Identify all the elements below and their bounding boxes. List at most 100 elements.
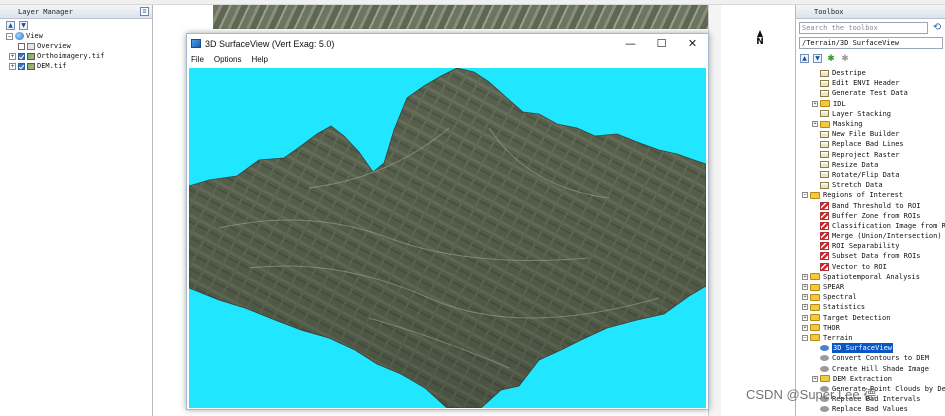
expand-icon[interactable]: + — [802, 284, 808, 291]
tool-icon — [820, 79, 829, 87]
toolbox-item[interactable]: Edit ENVI Header — [798, 78, 945, 88]
toolbox-item[interactable]: Merge (Union/Intersection) ROIs — [798, 231, 945, 241]
dem-checkbox[interactable] — [18, 62, 25, 70]
toolbox-item[interactable]: Stretch Data — [798, 180, 945, 190]
toolbox-item-label: Classification Image from ROIs — [832, 221, 945, 230]
menu-file[interactable]: File — [191, 55, 204, 64]
layer-tree-item-overview[interactable]: Overview — [6, 41, 152, 51]
close-button[interactable]: ✕ — [677, 34, 708, 53]
toolbox-item[interactable]: Convert Contours to DEM — [798, 353, 945, 363]
toolbox-path: /Terrain/3D SurfaceView — [799, 37, 943, 49]
toolbox-item[interactable]: Replace Bad Lines — [798, 139, 945, 149]
roi-icon — [820, 252, 829, 261]
tool-icon — [820, 161, 829, 169]
tool-oval-icon — [820, 355, 829, 362]
toolbox-item[interactable]: + THOR — [798, 323, 945, 333]
toolbox-item-label: Rotate/Flip Data — [832, 170, 900, 179]
expand-icon[interactable]: + — [802, 324, 808, 331]
toolbox-item-label: Generate Test Data — [832, 89, 908, 98]
folder-icon — [820, 100, 830, 108]
menu-help[interactable]: Help — [251, 55, 267, 64]
toolbox-item-label: Stretch Data — [832, 181, 883, 190]
toolbox-item[interactable]: Vector to ROI — [798, 262, 945, 272]
toolbox-item-label: Spatiotemporal Analysis — [823, 272, 920, 281]
collapse-icon[interactable]: − — [6, 32, 13, 40]
window-titlebar[interactable]: 3D SurfaceView (Vert Exag: 5.0) — ☐ ✕ — [187, 34, 708, 53]
toolbox-search-input[interactable] — [799, 22, 928, 34]
expand-icon[interactable]: + — [802, 314, 808, 321]
toolbox-item[interactable]: + Target Detection — [798, 313, 945, 323]
north-arrow-icon — [757, 30, 763, 37]
toolbox-item-label: Regions of Interest — [823, 191, 904, 200]
folder-icon — [810, 303, 820, 311]
toolbox-item[interactable]: + Masking — [798, 119, 945, 129]
expand-icon[interactable]: + — [812, 100, 818, 107]
toolbox-item[interactable]: + Spectral — [798, 292, 945, 302]
toolbox-title-text: Toolbox — [814, 8, 844, 16]
toolbox-item-label: IDL — [833, 99, 846, 108]
expand-icon[interactable]: + — [802, 294, 808, 301]
layer-label: View — [26, 32, 43, 40]
folder-icon — [810, 283, 820, 291]
layer-manager-title: Layer Manager ⊡ — [0, 5, 152, 19]
watermark: CSDN @Super Lee 德 — [746, 387, 877, 402]
favorites-icon[interactable]: ✱ — [826, 54, 836, 64]
map-scrollbar[interactable] — [708, 5, 721, 416]
app-icon — [191, 39, 201, 48]
toolbox-item[interactable]: Reproject Raster — [798, 150, 945, 160]
toolbox-item[interactable]: Classification Image from ROIs — [798, 221, 945, 231]
expand-icon[interactable]: + — [812, 375, 818, 382]
layer-tree-item-dem[interactable]: + DEM.tif — [6, 61, 152, 71]
maximize-button[interactable]: ☐ — [646, 34, 677, 53]
expand-icon[interactable]: + — [9, 62, 16, 70]
toolbox-item[interactable]: − Regions of Interest — [798, 190, 945, 200]
favorites-remove-icon[interactable]: ✱ — [840, 54, 850, 64]
expand-icon[interactable]: + — [9, 52, 16, 60]
expand-icon[interactable]: + — [812, 121, 818, 128]
clear-search-icon[interactable]: ⟲ — [931, 22, 943, 34]
toolbox-item[interactable]: Rotate/Flip Data — [798, 170, 945, 180]
tool-oval-icon — [820, 345, 829, 352]
toolbox-item[interactable]: + DEM Extraction — [798, 374, 945, 384]
toolbox-item[interactable]: Generate Test Data — [798, 88, 945, 98]
toolbox-item[interactable]: + Statistics — [798, 302, 945, 312]
toolbox-item[interactable]: Resize Data — [798, 160, 945, 170]
toolbox-item[interactable]: + SPEAR — [798, 282, 945, 292]
expand-icon[interactable]: + — [802, 304, 808, 311]
layer-tree-item-view[interactable]: − View — [6, 31, 152, 41]
toolbox-item[interactable]: + Spatiotemporal Analysis — [798, 272, 945, 282]
menu-options[interactable]: Options — [214, 55, 242, 64]
collapse-icon[interactable]: − — [802, 192, 808, 199]
toolbox-item[interactable]: + IDL — [798, 99, 945, 109]
surface-3d-viewport[interactable] — [189, 68, 706, 408]
toolbox-item[interactable]: Buffer Zone from ROIs — [798, 211, 945, 221]
expand-all-icon[interactable]: ▼ — [813, 54, 822, 63]
collapse-all-icon[interactable]: ▲ — [6, 21, 15, 30]
toolbox-item[interactable]: ROI Separability — [798, 241, 945, 251]
toolbox-item[interactable]: Layer Stacking — [798, 109, 945, 119]
collapse-all-icon[interactable]: ▲ — [800, 54, 809, 63]
expand-icon[interactable]: + — [802, 273, 808, 280]
toolbox-item[interactable]: Create Hill Shade Image — [798, 363, 945, 373]
orthoimagery-checkbox[interactable] — [18, 52, 25, 60]
toolbox-item[interactable]: Subset Data from ROIs — [798, 251, 945, 261]
toolbox-item-label: Subset Data from ROIs — [832, 252, 921, 261]
toolbox-item[interactable]: 3D SurfaceView — [798, 343, 945, 354]
toolbox-item-label: DEM Extraction — [833, 374, 893, 383]
toolbox-item[interactable]: Band Threshold to ROI — [798, 200, 945, 210]
toolbox-item[interactable]: Destripe — [798, 68, 945, 78]
toolbox-item[interactable]: Replace Bad Values — [798, 404, 945, 414]
toolbox-title: Toolbox — [796, 5, 945, 19]
expand-all-icon[interactable]: ▼ — [19, 21, 28, 30]
tool-icon — [820, 181, 829, 189]
collapse-icon[interactable]: − — [802, 334, 808, 341]
overview-checkbox[interactable] — [18, 42, 25, 50]
minimize-button[interactable]: — — [615, 34, 646, 53]
pin-icon[interactable]: ⊡ — [140, 7, 149, 16]
layer-label: Overview — [37, 42, 71, 50]
layer-label: DEM.tif — [37, 62, 67, 70]
toolbox-item-label: Resize Data — [832, 160, 879, 169]
toolbox-item[interactable]: − Terrain — [798, 333, 945, 343]
layer-tree-item-orthoimagery[interactable]: + Orthoimagery.tif — [6, 51, 152, 61]
toolbox-item[interactable]: New File Builder — [798, 129, 945, 139]
